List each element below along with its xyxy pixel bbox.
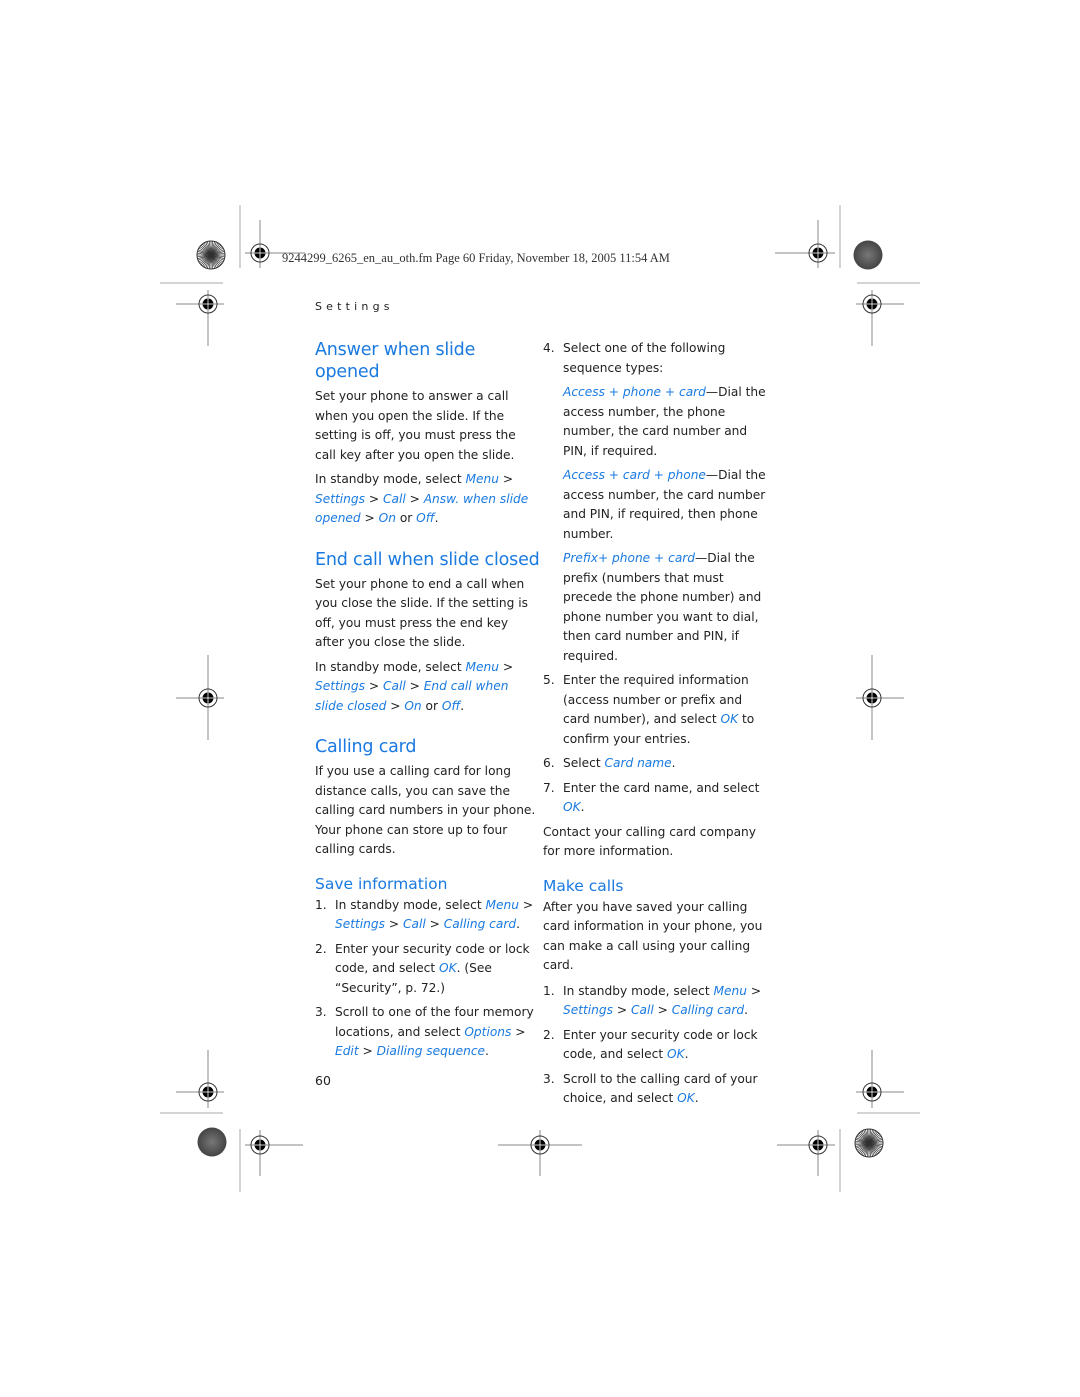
list-item: 5. Enter the required information (access… <box>543 673 755 746</box>
right-column: 4. Select one of the following sequence t… <box>543 339 768 1114</box>
registration-marks <box>160 205 920 1192</box>
page-number: 60 <box>315 1073 331 1088</box>
link-call: Call <box>382 491 406 506</box>
sequence-type: Access + card + phone—Dial the access nu… <box>563 468 766 541</box>
section-end-call-when-slide-closed: End call when slide closed Set your phon… <box>315 549 540 717</box>
contact-note: Contact your calling card company for mo… <box>543 824 756 859</box>
list-item: 3. Scroll to one of the four memory locat… <box>315 1005 534 1058</box>
link-call: Call <box>382 679 406 693</box>
file-info-line: 9244299_6265_en_au_oth.fm Page 60 Friday… <box>282 251 670 265</box>
list-item: 6. Select Card name. <box>543 756 676 770</box>
menu-path: In standby mode, select Menu > Settings … <box>315 659 514 713</box>
left-column: Answer when slide opened Set your phone … <box>315 339 540 1067</box>
subsection-title: Make calls <box>543 876 624 895</box>
save-steps: 1. In standby mode, select Menu > Setting… <box>315 896 540 1062</box>
link-menu: Menu <box>465 472 499 486</box>
link-off: Off <box>441 698 461 713</box>
list-item: 4. Select one of the following sequence t… <box>543 341 726 375</box>
subsection-make-calls: Make calls After you have saved your cal… <box>543 876 768 1109</box>
list-item: 1. In standby mode, select Menu > Setting… <box>543 983 762 1018</box>
link-off: Off <box>416 511 435 525</box>
starburst-mark <box>196 240 226 270</box>
section-body: After you have saved your calling card i… <box>543 899 763 973</box>
list-item: 2. Enter your security code or lock code,… <box>543 1027 758 1062</box>
section-body: Set your phone to end a call when you cl… <box>315 576 529 650</box>
section-title: End call when slide closed <box>315 549 540 570</box>
sequence-type: Prefix+ phone + card—Dial the prefix (nu… <box>563 551 762 663</box>
section-answer-when-slide-opened: Answer when slide opened Set your phone … <box>315 339 540 529</box>
link-on: On <box>378 511 396 525</box>
make-call-steps: 1. In standby mode, select Menu > Setting… <box>543 982 768 1109</box>
running-head: Settings <box>315 300 394 313</box>
list-item: 1. In standby mode, select Menu > Setting… <box>315 897 534 932</box>
menu-path: In standby mode, select Menu > Settings … <box>315 472 529 525</box>
subsection-save-information: Save information 1. In standby mode, sele… <box>315 874 540 1062</box>
save-steps-continued: 4. Select one of the following sequence t… <box>543 339 768 378</box>
section-title: Calling card <box>315 737 417 757</box>
save-steps-more: 5. Enter the required information (access… <box>543 671 768 818</box>
section-title: Answer when slide opened <box>315 340 476 382</box>
list-item: 2. Enter your security code or lock code,… <box>315 941 530 995</box>
starburst-mark <box>854 1128 884 1158</box>
section-body: Set your phone to answer a call when you… <box>315 389 516 462</box>
link-settings: Settings <box>315 679 365 693</box>
section-calling-card: Calling card If you use a calling card f… <box>315 736 540 860</box>
list-item: 7. Enter the card name, and select OK. <box>543 780 760 815</box>
link-settings: Settings <box>315 491 365 506</box>
link-menu: Menu <box>465 659 499 674</box>
section-body: If you use a calling card for long dista… <box>315 764 536 856</box>
subsection-title: Save information <box>315 874 448 893</box>
sequence-type: Access + phone + card—Dial the access nu… <box>563 385 766 458</box>
link-on: On <box>404 698 422 713</box>
list-item: 3. Scroll to the calling card of your cho… <box>543 1071 758 1106</box>
